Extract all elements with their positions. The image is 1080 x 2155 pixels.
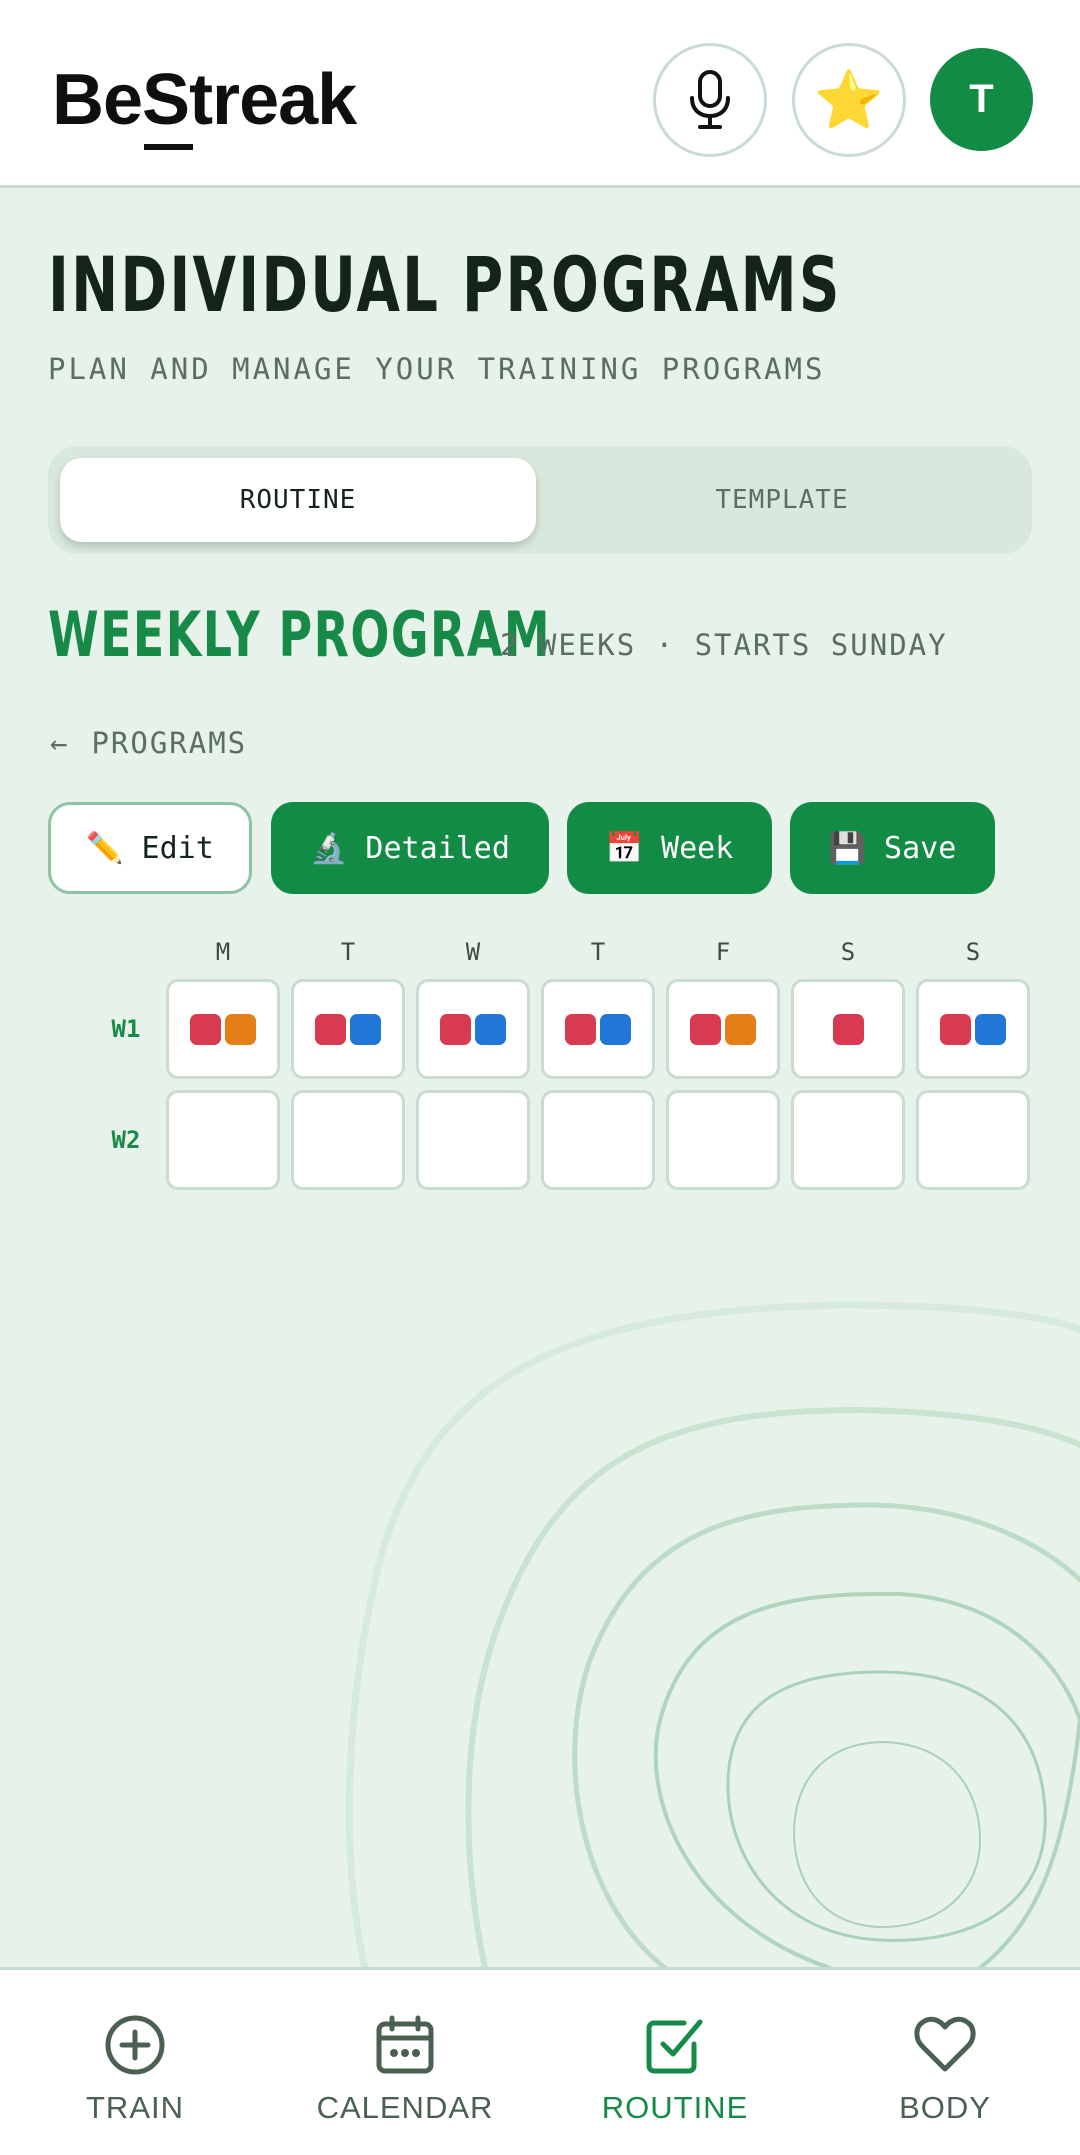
tab-template[interactable]: TEMPLATE — [544, 458, 1020, 542]
week-label: W1 — [111, 1015, 141, 1043]
checkbox-icon — [646, 2019, 703, 2074]
day-cell[interactable] — [791, 1090, 905, 1190]
day-header: W — [465, 938, 481, 966]
workout-chip — [940, 1013, 971, 1045]
workout-chip — [690, 1013, 721, 1045]
day-cell[interactable] — [666, 979, 780, 1079]
workout-chip — [440, 1013, 471, 1045]
page-title: INDIVIDUAL PROGRAMS — [48, 240, 842, 329]
bestreak-logo[interactable]: BeStreak — [52, 60, 357, 150]
week-button-label: Week — [661, 830, 734, 866]
back-link-label: PROGRAMS — [91, 726, 248, 760]
day-cell[interactable] — [541, 1090, 655, 1190]
nav-label-routine: ROUTINE — [601, 2090, 749, 2125]
workout-chip — [315, 1013, 346, 1045]
day-cell[interactable] — [166, 1090, 280, 1190]
workout-chip — [475, 1013, 506, 1045]
day-cell[interactable] — [666, 1090, 780, 1190]
day-cell[interactable] — [166, 979, 280, 1079]
tab-routine[interactable]: ROUTINE — [60, 458, 536, 542]
logo-text-underlined: S — [142, 60, 194, 150]
nav-item-train[interactable]: TRAIN — [0, 1970, 270, 2155]
nav-item-calendar[interactable]: CALENDAR — [270, 1970, 540, 2155]
back-to-programs-link[interactable]: ← PROGRAMS — [50, 726, 247, 760]
day-cell[interactable] — [291, 1090, 405, 1190]
nav-item-routine[interactable]: ROUTINE — [540, 1970, 810, 2155]
logo-text-suffix: treak — [189, 60, 357, 140]
day-cell[interactable] — [416, 979, 530, 1079]
heart-icon — [914, 2016, 976, 2072]
floppy-disk-icon: 💾 — [828, 830, 867, 866]
program-meta: 2 WEEKS · STARTS SUNDAY — [500, 628, 948, 662]
microscope-icon: 🔬 — [310, 830, 348, 866]
nav-label-train: TRAIN — [86, 2090, 184, 2125]
program-title: WEEKLY PROGRAM — [48, 598, 551, 671]
nav-item-body[interactable]: BODY — [810, 1970, 1080, 2155]
day-header: T — [340, 938, 356, 966]
detailed-button-label: Detailed — [365, 830, 510, 866]
program-type-toggle: ROUTINE TEMPLATE — [48, 446, 1032, 554]
nav-label-body: BODY — [899, 2090, 991, 2125]
voice-input-button[interactable] — [653, 43, 767, 157]
day-header: F — [715, 938, 731, 966]
workout-chip — [190, 1013, 221, 1045]
workout-chip — [350, 1013, 381, 1045]
plus-circle-icon — [105, 2015, 165, 2075]
page-subtitle: PLAN AND MANAGE YOUR TRAINING PROGRAMS — [48, 352, 826, 386]
workout-chip — [832, 1013, 864, 1045]
bottom-navigation: TRAIN CALENDAR ROUTINE BODY — [0, 1967, 1080, 2155]
microphone-icon — [690, 70, 730, 129]
workout-chip — [600, 1013, 631, 1045]
detailed-view-button[interactable]: 🔬 Detailed — [271, 802, 549, 894]
save-button[interactable]: 💾 Save — [790, 802, 995, 894]
logo-text-prefix: Be — [52, 60, 143, 140]
favorites-button[interactable]: ⭐ — [792, 43, 906, 157]
workout-chip — [225, 1013, 256, 1045]
day-cell[interactable] — [916, 1090, 1030, 1190]
day-cell[interactable] — [541, 979, 655, 1079]
save-button-label: Save — [884, 830, 957, 866]
nav-label-calendar: CALENDAR — [316, 2090, 494, 2125]
day-cell[interactable] — [416, 1090, 530, 1190]
week-view-button[interactable]: 📅 Week — [567, 802, 772, 894]
pencil-icon: ✏️ — [86, 830, 124, 866]
user-avatar[interactable]: T — [930, 48, 1033, 151]
week-label: W2 — [111, 1126, 141, 1154]
workout-chip — [975, 1013, 1006, 1045]
workout-chip — [565, 1013, 596, 1045]
app-header: BeStreak ⭐ T — [0, 0, 1080, 188]
edit-button[interactable]: ✏️ Edit — [48, 802, 252, 894]
day-cell[interactable] — [791, 979, 905, 1079]
star-icon: ⭐ — [814, 68, 884, 131]
day-cell[interactable] — [916, 979, 1030, 1079]
calendar-icon: 📅 — [605, 830, 644, 866]
calendar-icon — [376, 2015, 434, 2074]
edit-button-label: Edit — [141, 830, 214, 866]
day-header: S — [840, 938, 856, 966]
day-cell[interactable] — [291, 979, 405, 1079]
day-header: S — [965, 938, 981, 966]
day-header: T — [590, 938, 606, 966]
arrow-left-icon: ← — [50, 726, 70, 760]
day-header: M — [215, 938, 231, 966]
workout-chip — [725, 1013, 756, 1045]
